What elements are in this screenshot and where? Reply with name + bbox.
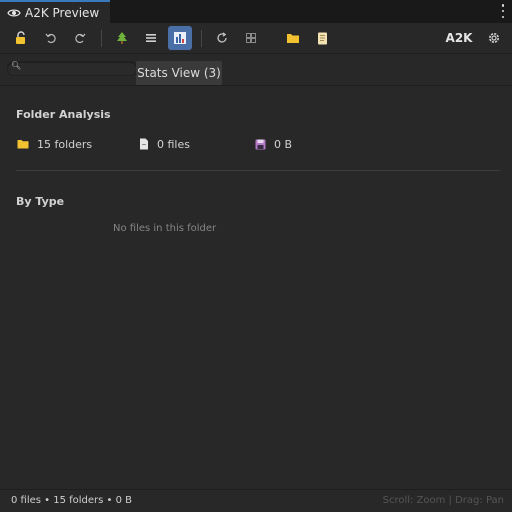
- brand-label[interactable]: A2K: [446, 26, 473, 50]
- stats-icon: [173, 31, 187, 45]
- search-icon: 🔍︎: [11, 61, 22, 70]
- undo-icon[interactable]: [39, 26, 63, 50]
- search-row: 🔍︎ Stats View (3): [0, 55, 512, 86]
- redo-icon[interactable]: [68, 26, 92, 50]
- grid-icon[interactable]: [239, 26, 263, 50]
- eye-icon: [7, 8, 21, 18]
- stats-view-button[interactable]: [168, 26, 192, 50]
- disk-icon: [255, 139, 266, 150]
- size-total: 0 B: [274, 137, 293, 151]
- list-icon[interactable]: [139, 26, 163, 50]
- size-stat: 0 B: [255, 137, 292, 151]
- search-input[interactable]: 🔍︎: [7, 61, 137, 76]
- window-tab[interactable]: A2K Preview: [0, 0, 110, 23]
- tree-icon[interactable]: [110, 26, 134, 50]
- toolbar-separator: [201, 30, 202, 47]
- document-icon[interactable]: [310, 26, 334, 50]
- status-bar: 0 files • 15 folders • 0 B Scroll: Zoom …: [0, 489, 512, 512]
- status-hint: Scroll: Zoom | Drag: Pan: [382, 495, 504, 506]
- refresh-icon[interactable]: [210, 26, 234, 50]
- folders-stat: 15 folders: [17, 137, 92, 151]
- tab-stats-view[interactable]: Stats View (3): [136, 61, 222, 85]
- folder-icon: [17, 139, 29, 149]
- window-tab-title: A2K Preview: [25, 5, 100, 20]
- unlock-icon[interactable]: [9, 26, 33, 50]
- toolbar-separator: [101, 30, 102, 47]
- status-summary: 0 files • 15 folders • 0 B: [11, 495, 133, 506]
- empty-message: No files in this folder: [113, 223, 217, 234]
- toolbar: A2K: [0, 23, 512, 54]
- folder-analysis-title: Folder Analysis: [16, 108, 111, 121]
- file-icon: [139, 138, 149, 150]
- files-count: 0 files: [157, 137, 190, 151]
- gear-icon[interactable]: [482, 26, 506, 50]
- window-tab-bar: A2K Preview: [0, 0, 512, 23]
- folders-count: 15 folders: [37, 137, 93, 151]
- by-type-title: By Type: [16, 195, 65, 208]
- folder-icon[interactable]: [281, 26, 305, 50]
- section-divider: [16, 170, 500, 171]
- files-stat: 0 files: [139, 137, 190, 151]
- more-options-icon[interactable]: [500, 4, 506, 18]
